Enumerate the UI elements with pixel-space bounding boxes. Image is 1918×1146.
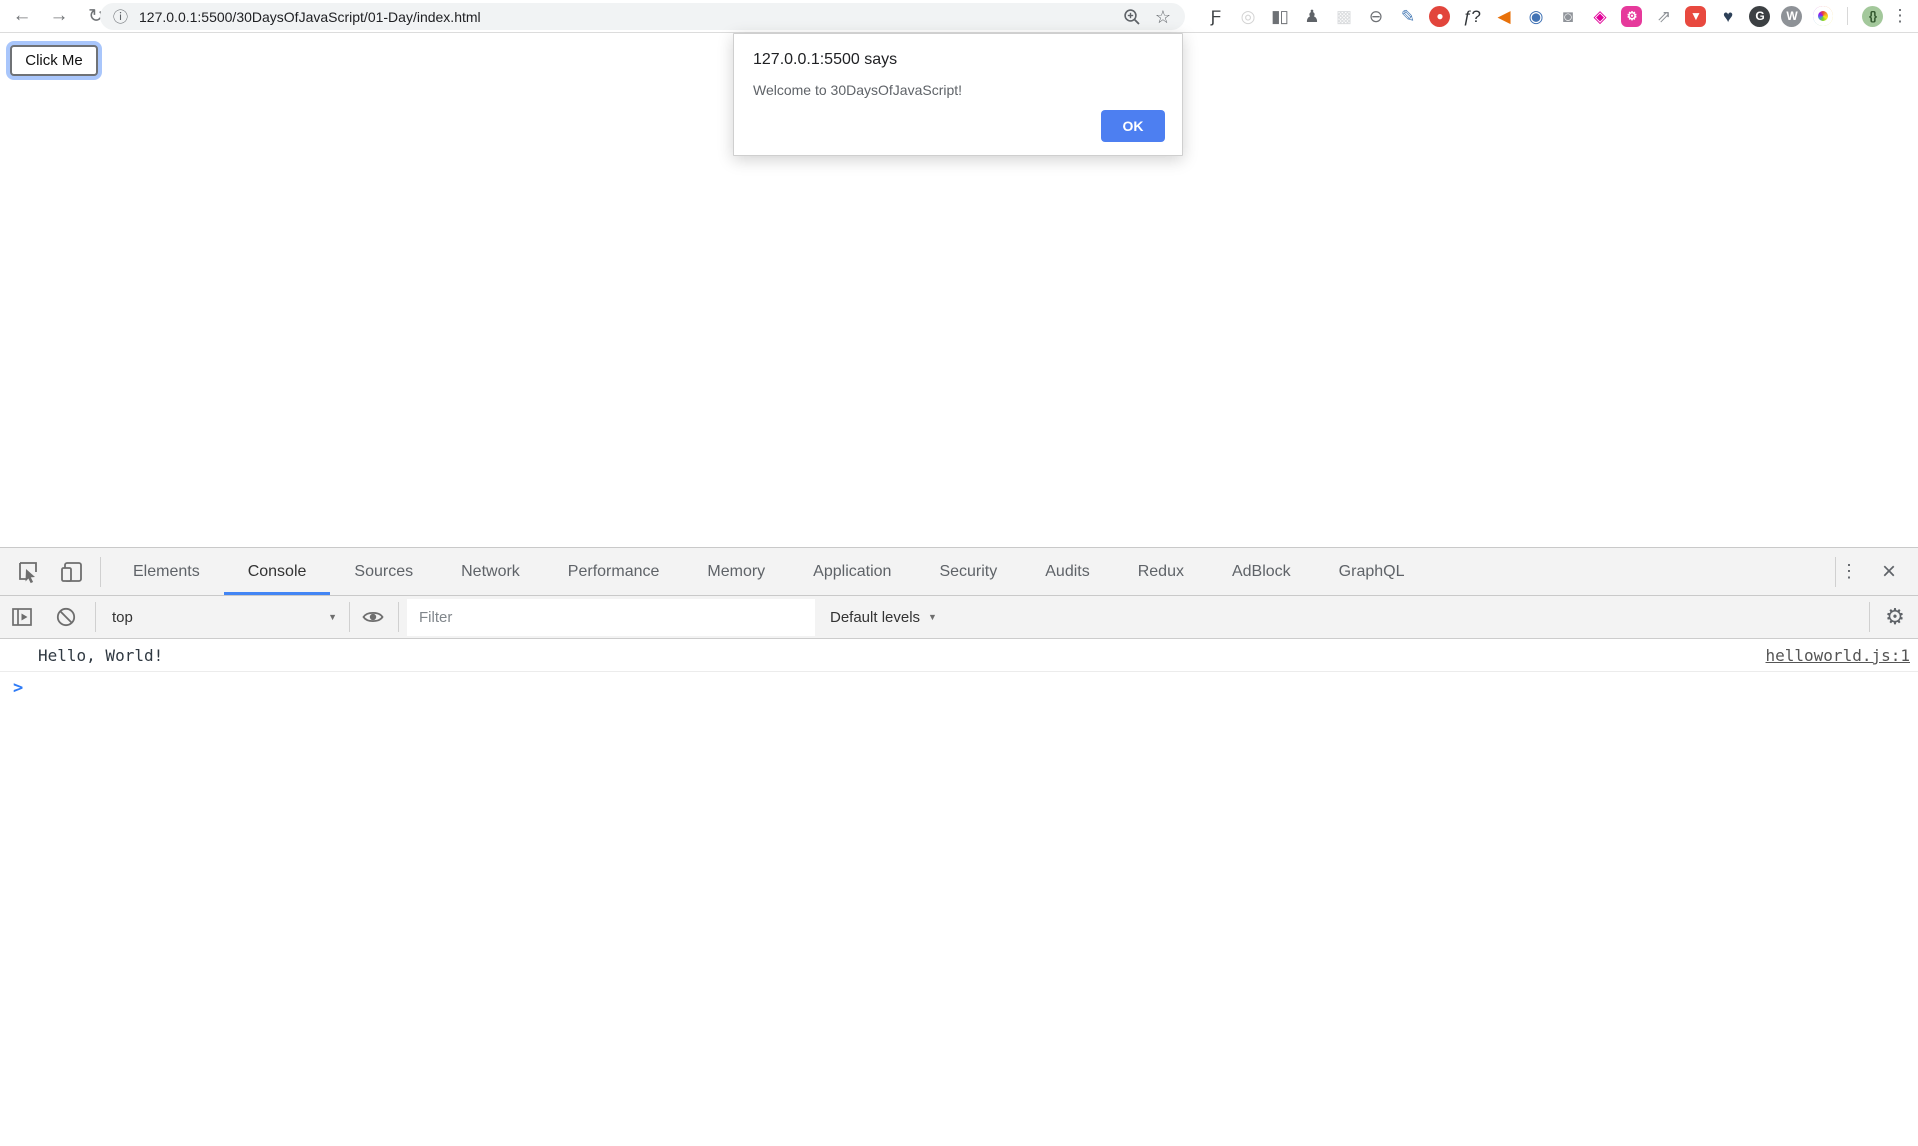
back-icon[interactable]: ← [10, 4, 34, 28]
console-filter-input[interactable] [407, 599, 815, 636]
divider [1847, 7, 1848, 25]
devtools-tab-elements[interactable]: Elements [109, 548, 224, 595]
log-levels-select[interactable]: Default levels ▼ [830, 609, 937, 626]
fontanello-icon[interactable]: Ƒ [1205, 6, 1226, 27]
blue-globe-icon[interactable]: ◉ [1525, 6, 1546, 27]
devtools-tab-adblock[interactable]: AdBlock [1208, 548, 1315, 595]
address-bar[interactable]: ⓘ 127.0.0.1:5500/30DaysOfJavaScript/01-D… [100, 3, 1185, 30]
devtools-tabbar: ElementsConsoleSourcesNetworkPerformance… [0, 547, 1918, 596]
pink-gear-icon[interactable]: ⚙ [1621, 6, 1642, 27]
eyedropper-icon[interactable]: ✎ [1397, 6, 1418, 27]
divider [100, 557, 101, 587]
adblock-hand-icon[interactable]: ● [1429, 6, 1450, 27]
console-log-source-link[interactable]: helloworld.js:1 [1766, 646, 1911, 665]
g-circle-icon[interactable]: G [1749, 6, 1770, 27]
console-prompt-row[interactable]: > [0, 672, 1918, 704]
js-context-select[interactable]: top ▼ [112, 609, 337, 626]
devtools-tab-redux[interactable]: Redux [1114, 548, 1208, 595]
zoom-magnifier-icon[interactable] [1123, 8, 1141, 26]
alert-ok-button[interactable]: OK [1101, 110, 1165, 142]
divider [398, 602, 399, 632]
click-me-button[interactable]: Click Me [10, 45, 98, 76]
divider [1869, 602, 1870, 632]
heart-search-icon[interactable]: ♥ [1717, 6, 1738, 27]
devtools-tab-graphql[interactable]: GraphQL [1315, 548, 1429, 595]
bug-icon[interactable]: ♟ [1301, 6, 1322, 27]
arrows-icon[interactable]: ⇗ [1653, 6, 1674, 27]
browser-toolbar: ← → ↻ ⓘ 127.0.0.1:5500/30DaysOfJavaScrip… [0, 0, 1918, 33]
alert-title: 127.0.0.1:5500 says [753, 51, 897, 69]
devtools-tab-memory[interactable]: Memory [683, 548, 789, 595]
device-toolbar-icon[interactable] [58, 558, 86, 586]
bookmark-star-icon[interactable]: ☆ [1155, 8, 1171, 26]
js-alert-dialog: 127.0.0.1:5500 says Welcome to 30DaysOfJ… [733, 33, 1183, 156]
megaphone-icon[interactable]: ◀ [1493, 6, 1514, 27]
devtools-menu-icon[interactable]: ⋮ [1836, 559, 1862, 585]
w-circle-icon[interactable]: W [1781, 6, 1802, 27]
console-sidebar-icon[interactable] [9, 604, 35, 630]
devtools-close-icon[interactable]: × [1876, 559, 1902, 585]
json-braces-icon[interactable]: {} [1862, 6, 1883, 27]
devtools-tab-performance[interactable]: Performance [544, 548, 684, 595]
inspect-element-icon[interactable] [14, 558, 42, 586]
chevron-down-icon: ▼ [928, 612, 937, 622]
devtools-tab-network[interactable]: Network [437, 548, 544, 595]
panels-icon[interactable]: ▮▯ [1269, 6, 1290, 27]
url-text[interactable]: 127.0.0.1:5500/30DaysOfJavaScript/01-Day… [139, 9, 1123, 25]
devtools-tab-sources[interactable]: Sources [330, 548, 437, 595]
console-log-row: Hello, World! helloworld.js:1 [0, 640, 1918, 672]
alert-message: Welcome to 30DaysOfJavaScript! [753, 82, 962, 98]
console-log-message: Hello, World! [38, 646, 163, 665]
divider [95, 602, 96, 632]
chevron-down-icon: ▼ [328, 612, 337, 622]
devtools-panel: ElementsConsoleSourcesNetworkPerformance… [0, 547, 1918, 1146]
divider [349, 602, 350, 632]
devtools-tab-console[interactable]: Console [224, 548, 331, 595]
console-toolbar: top ▼ Default levels ▼ ⚙ [0, 596, 1918, 639]
devtools-tab-security[interactable]: Security [915, 548, 1021, 595]
browser-menu-icon[interactable]: ⋮ [1889, 5, 1911, 27]
console-prompt-chevron-icon: > [13, 678, 23, 698]
camera-icon[interactable]: ◙ [1557, 6, 1578, 27]
devtools-tab-audits[interactable]: Audits [1021, 548, 1113, 595]
graphql-icon[interactable]: ◈ [1589, 6, 1610, 27]
js-context-value: top [112, 609, 133, 626]
devtools-tabs: ElementsConsoleSourcesNetworkPerformance… [109, 548, 1428, 595]
site-info-icon[interactable]: ⓘ [113, 6, 128, 27]
bookmark-icon[interactable]: ▼ [1685, 6, 1706, 27]
console-settings-gear-icon[interactable]: ⚙ [1880, 602, 1910, 632]
devtools-tab-application[interactable]: Application [789, 548, 915, 595]
fn-question-icon[interactable]: ƒ? [1461, 6, 1482, 27]
log-levels-value: Default levels [830, 609, 920, 626]
eye-icon[interactable] [360, 604, 386, 630]
forward-icon[interactable]: → [47, 4, 71, 28]
rainbow-ring-icon[interactable] [1813, 6, 1833, 26]
clear-console-icon[interactable] [53, 604, 79, 630]
atom-icon[interactable]: ◎ [1237, 6, 1258, 27]
circled-dash-icon[interactable]: ⊖ [1365, 6, 1386, 27]
extension-strip: Ƒ ◎ ▮▯ ♟ ▩ ⊖ ✎ ● ƒ? ◀ ◉ ◙ ◈ ⚙ ⇗ ▼ ♥ GW {} [1205, 0, 1883, 32]
faded-gear-box-icon[interactable]: ▩ [1333, 6, 1354, 27]
